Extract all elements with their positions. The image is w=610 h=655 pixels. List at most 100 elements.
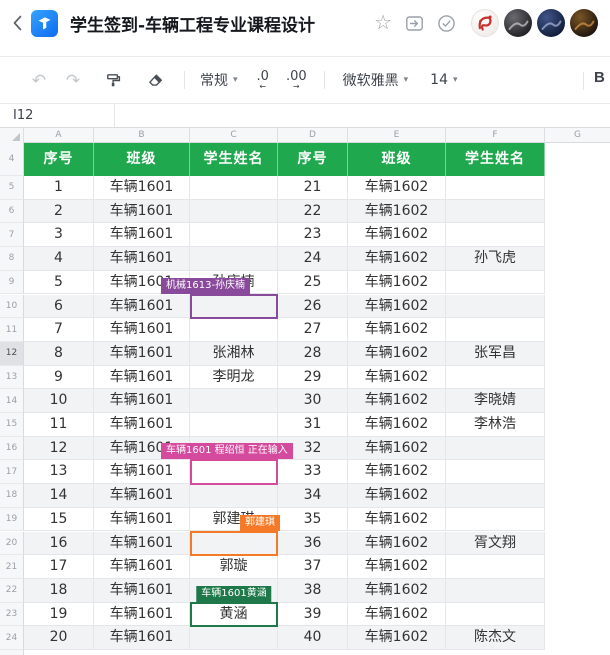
cell[interactable]: 车辆1601	[94, 247, 190, 271]
avatar-2[interactable]	[504, 9, 532, 37]
cell[interactable]: 10	[24, 389, 94, 413]
cell[interactable]: 车辆1601	[94, 342, 190, 366]
cell[interactable]: 车辆1601	[94, 295, 190, 319]
cell[interactable]: 14	[24, 484, 94, 508]
row-header-25[interactable]: 25	[0, 650, 24, 655]
cell[interactable]	[190, 626, 278, 650]
cell[interactable]: 车辆1602	[348, 555, 446, 579]
row-header-9[interactable]: 9	[0, 271, 24, 295]
cell[interactable]: 6	[24, 295, 94, 319]
bold-button[interactable]: B	[594, 69, 605, 86]
column-header-E[interactable]: E	[348, 128, 446, 143]
cell[interactable]	[446, 437, 545, 461]
cell[interactable]	[446, 318, 545, 342]
cell[interactable]: 车辆1602	[348, 176, 446, 200]
cell[interactable]: 38	[278, 579, 348, 603]
row-header-17[interactable]: 17	[0, 460, 24, 484]
column-header-A[interactable]: A	[24, 128, 94, 143]
cell[interactable]: 22	[278, 200, 348, 224]
cell[interactable]: 21	[278, 176, 348, 200]
document-title[interactable]: 学生签到-车辆工程专业课程设计	[70, 11, 315, 36]
cell[interactable]: 19	[24, 603, 94, 627]
sheet-grid[interactable]: ABCDEFG456789101112131415161718192021222…	[0, 128, 610, 655]
row-header-13[interactable]: 13	[0, 366, 24, 390]
star-icon[interactable]: ☆	[374, 13, 392, 33]
row-header-19[interactable]: 19	[0, 508, 24, 532]
row-header-20[interactable]: 20	[0, 532, 24, 556]
cell[interactable]	[446, 200, 545, 224]
cell[interactable]	[446, 366, 545, 390]
font-size-dropdown[interactable]: 14 ▾	[430, 72, 457, 88]
row-header-11[interactable]: 11	[0, 318, 24, 342]
cell[interactable]: 车辆1601	[94, 318, 190, 342]
cell[interactable]	[446, 460, 545, 484]
cell[interactable]	[190, 176, 278, 200]
row-header-23[interactable]: 23	[0, 603, 24, 627]
cell[interactable]: 车辆1601	[94, 366, 190, 390]
cell[interactable]: 张湘林	[190, 342, 278, 366]
cell[interactable]	[190, 247, 278, 271]
name-box[interactable]: I12	[0, 104, 115, 127]
cell[interactable]: 车辆1601	[94, 555, 190, 579]
row-header-5[interactable]: 5	[0, 176, 24, 200]
cell[interactable]: 1	[24, 176, 94, 200]
cell[interactable]: 车辆1602	[348, 413, 446, 437]
cell[interactable]: 车辆1602	[348, 366, 446, 390]
cell[interactable]: 40	[278, 626, 348, 650]
cell[interactable]: 车辆1601	[94, 223, 190, 247]
cell[interactable]: 39	[278, 603, 348, 627]
cell[interactable]: 36	[278, 532, 348, 556]
column-header-G[interactable]: G	[545, 128, 610, 143]
cell[interactable]: 24	[278, 247, 348, 271]
cell[interactable]: 张军昌	[446, 342, 545, 366]
cell[interactable]	[446, 555, 545, 579]
cell[interactable]: 车辆1602	[348, 200, 446, 224]
share-icon[interactable]	[405, 14, 424, 33]
cell[interactable]: 9	[24, 366, 94, 390]
cell[interactable]	[446, 508, 545, 532]
cell[interactable]: 23	[278, 223, 348, 247]
cell[interactable]	[446, 271, 545, 295]
cell[interactable]: 车辆1601	[94, 603, 190, 627]
row-header-24[interactable]: 24	[0, 626, 24, 650]
cell[interactable]: 车辆1601	[94, 508, 190, 532]
cell[interactable]: 16	[24, 532, 94, 556]
column-header-C[interactable]: C	[190, 128, 278, 143]
cell[interactable]: 郭璇	[190, 555, 278, 579]
cell[interactable]: 李明龙	[190, 366, 278, 390]
cell[interactable]: 车辆1602	[348, 603, 446, 627]
cell[interactable]: 25	[278, 271, 348, 295]
row-header-12[interactable]: 12	[0, 342, 24, 366]
cell[interactable]: 李晓婧	[446, 389, 545, 413]
cell[interactable]: 30	[278, 389, 348, 413]
cell[interactable]: 8	[24, 342, 94, 366]
cell[interactable]: 车辆1602	[348, 389, 446, 413]
cell[interactable]: 17	[24, 555, 94, 579]
cell[interactable]: 31	[278, 413, 348, 437]
cell[interactable]: 车辆1601	[94, 460, 190, 484]
cell[interactable]: 15	[24, 508, 94, 532]
cell[interactable]: 4	[24, 247, 94, 271]
cell[interactable]	[446, 579, 545, 603]
cell[interactable]	[446, 176, 545, 200]
avatar-3[interactable]	[537, 9, 565, 37]
cell[interactable]: 2	[24, 200, 94, 224]
check-circle-icon[interactable]	[437, 14, 456, 33]
cell[interactable]	[190, 223, 278, 247]
column-header-F[interactable]: F	[446, 128, 545, 143]
cell[interactable]	[190, 413, 278, 437]
cell[interactable]: 车辆1601	[94, 484, 190, 508]
cell[interactable]: 车辆1602	[348, 508, 446, 532]
cell[interactable]: 车辆1601	[94, 176, 190, 200]
row-header-22[interactable]: 22	[0, 579, 24, 603]
row-header-21[interactable]: 21	[0, 555, 24, 579]
cell[interactable]: 车辆1602	[348, 247, 446, 271]
cell[interactable]: 车辆1602	[348, 295, 446, 319]
cell[interactable]: 车辆1602	[348, 484, 446, 508]
cell[interactable]: 12	[24, 437, 94, 461]
eraser-icon[interactable]	[142, 67, 168, 93]
row-header-15[interactable]: 15	[0, 413, 24, 437]
cell[interactable]: 33	[278, 460, 348, 484]
back-icon[interactable]	[8, 11, 26, 35]
font-family-dropdown[interactable]: 微软雅黑 ▾	[343, 70, 409, 90]
